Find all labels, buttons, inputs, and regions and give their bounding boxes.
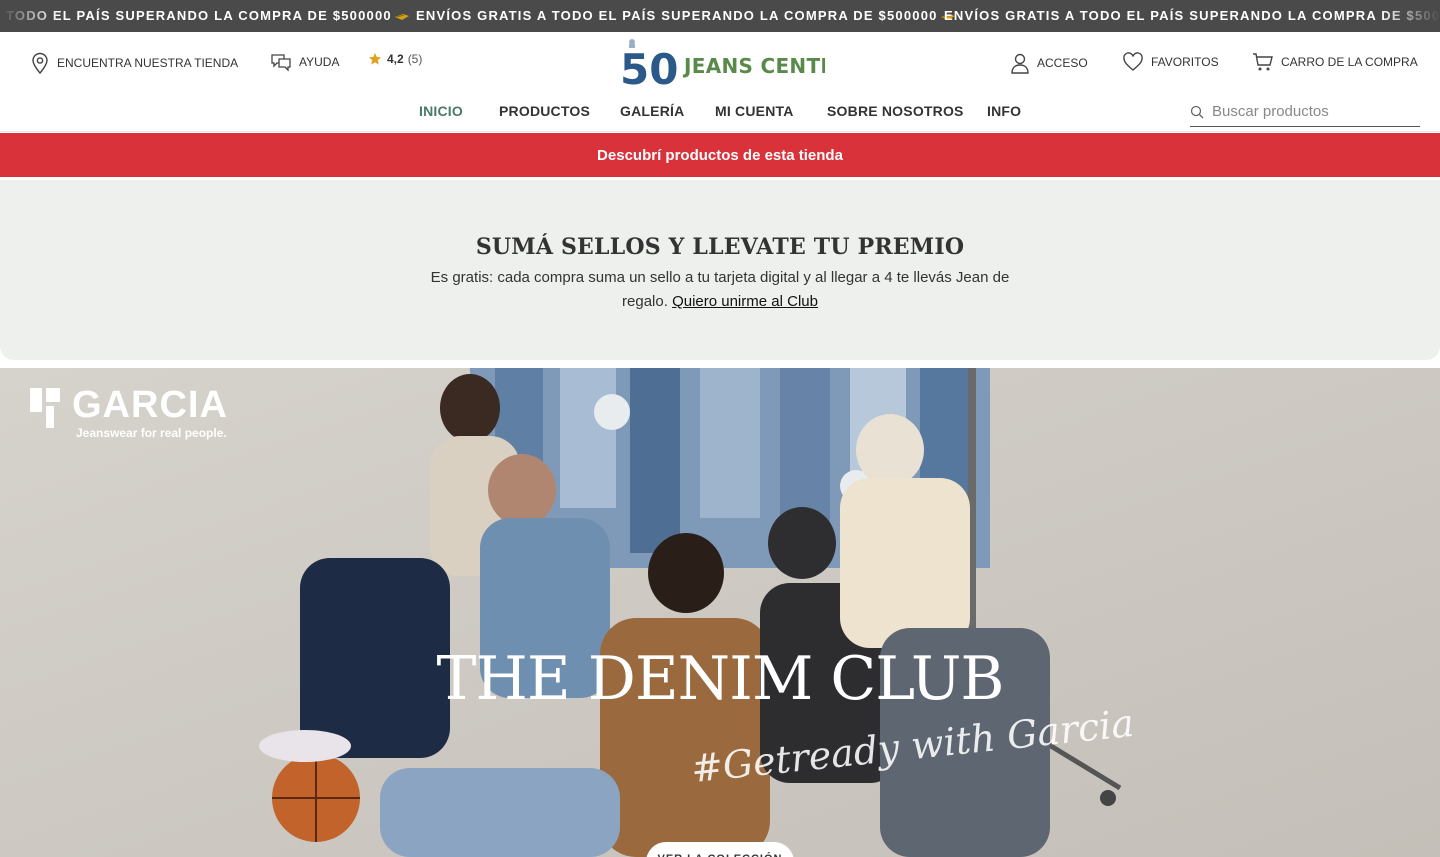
cart-link[interactable]: CARRO DE LA COMPRA: [1252, 52, 1418, 72]
favorites-link[interactable]: FAVORITOS: [1122, 52, 1219, 72]
promo-banner[interactable]: Descubrí productos de esta tienda: [0, 133, 1440, 177]
help-link[interactable]: AYUDA: [270, 52, 339, 72]
brand-tagline: Jeanswear for real people.: [76, 426, 227, 440]
search-input[interactable]: [1212, 103, 1412, 120]
nav-item-sobre-nosotros[interactable]: SOBRE NOSOTROS: [827, 103, 964, 119]
logo-text: JEANS CENTRE: [682, 54, 825, 78]
announcement-message: ENVÍOS GRATIS A TODO EL PAÍS SUPERANDO L…: [416, 8, 956, 23]
store-rating[interactable]: 4,2 (5): [368, 52, 422, 66]
site-header: ENCUENTRA NUESTRA TIENDA AYUDA 4,2 (5) 5…: [0, 32, 1440, 132]
join-club-link[interactable]: Quiero unirme al Club: [672, 293, 818, 310]
logo-number: 50: [620, 45, 678, 92]
nav-item-mi-cuenta[interactable]: MI CUENTA: [715, 103, 794, 119]
hand-wave-icon: [394, 14, 409, 20]
login-link[interactable]: ACCESO: [1010, 52, 1088, 74]
cart-label: CARRO DE LA COMPRA: [1281, 55, 1418, 69]
help-label: AYUDA: [299, 55, 340, 69]
club-title: SUMÁ SELLOS Y LLEVATE TU PREMIO: [475, 234, 965, 260]
announcement-message: TODO EL PAÍS SUPERANDO LA COMPRA DE $500…: [6, 8, 410, 23]
announcement-message: ENVÍOS GRATIS A TODO EL PAÍS SUPERANDO L…: [944, 8, 1440, 23]
chat-bubbles-icon: [271, 54, 291, 72]
announcement-bar: TODO EL PAÍS SUPERANDO LA COMPRA DE $500…: [0, 0, 1440, 32]
location-pin-icon: [32, 52, 48, 74]
loyalty-club-section: SUMÁ SELLOS Y LLEVATE TU PREMIO Es grati…: [0, 180, 1440, 360]
nav-item-productos[interactable]: PRODUCTOS: [499, 103, 590, 119]
nav-item-galeria[interactable]: GALERÍA: [620, 103, 684, 119]
star-icon: [369, 53, 381, 65]
login-label: ACCESO: [1037, 56, 1088, 70]
search-box: [1190, 97, 1420, 127]
rating-value: 4,2: [387, 52, 404, 66]
favorites-label: FAVORITOS: [1151, 55, 1219, 69]
hero-banner[interactable]: GARCIA Jeanswear for real people. THE DE…: [0, 368, 1440, 857]
store-locator-label: ENCUENTRA NUESTRA TIENDA: [57, 56, 239, 70]
heart-icon: [1123, 52, 1143, 71]
brand-name: GARCIA: [72, 384, 228, 426]
nav-item-info[interactable]: INFO: [987, 103, 1021, 119]
search-icon[interactable]: [1190, 105, 1204, 119]
hero-title: THE DENIM CLUB: [436, 644, 1005, 714]
site-logo[interactable]: 50 JEANS CENTRE: [620, 36, 850, 94]
rating-count: (5): [407, 52, 423, 66]
user-icon: [1011, 53, 1029, 74]
garcia-brand: GARCIA Jeanswear for real people.: [28, 384, 228, 440]
view-collection-button[interactable]: VER LA COLECCIÓN: [646, 842, 794, 857]
garcia-logo-icon: [30, 388, 60, 428]
club-description: Es gratis: cada compra suma un sello a t…: [430, 269, 1010, 310]
promo-text: Descubrí productos de esta tienda: [597, 146, 843, 164]
shopping-cart-icon: [1253, 53, 1273, 71]
nav-item-inicio[interactable]: INICIO: [419, 103, 463, 119]
store-locator-link[interactable]: ENCUENTRA NUESTRA TIENDA: [30, 52, 238, 74]
